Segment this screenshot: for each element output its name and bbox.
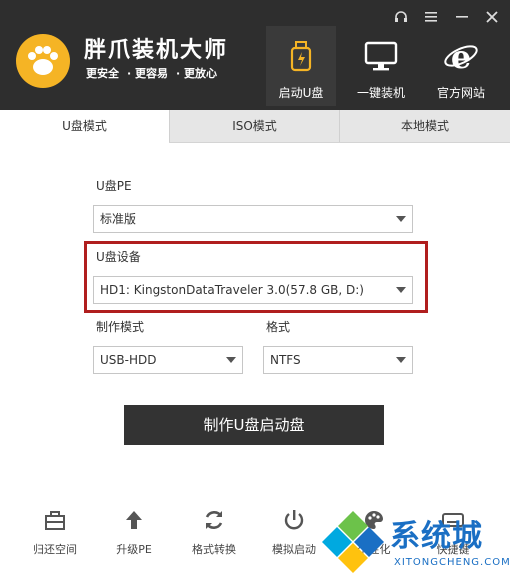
mode-select[interactable]: USB-HDD xyxy=(93,346,243,374)
tab-usb-mode[interactable]: U盘模式 xyxy=(0,110,169,143)
header-bar: 胖爪装机大师 更安全 · 更容易 · 更放心 启动U盘 一键装机 e 官方网站 xyxy=(0,0,510,110)
tagline: 更容易 xyxy=(135,67,169,80)
nav-label: 一键装机 xyxy=(356,86,405,100)
svg-text:e: e xyxy=(451,38,471,74)
chevron-down-icon xyxy=(226,357,236,363)
make-boot-usb-button[interactable]: 制作U盘启动盘 xyxy=(124,405,384,445)
tool-label: 升级PE xyxy=(116,543,152,556)
format-select[interactable]: NTFS xyxy=(263,346,413,374)
ie-browser-icon: e xyxy=(444,38,478,74)
device-select-value: HD1: KingstonDataTraveler 3.0(57.8 GB, D… xyxy=(100,283,364,297)
pe-label: U盘PE xyxy=(96,179,132,193)
nav-label: 启动U盘 xyxy=(278,86,324,100)
restore-space-icon xyxy=(45,511,65,530)
device-label: U盘设备 xyxy=(96,250,141,264)
watermark-text: 系统城 xyxy=(390,519,483,554)
power-icon xyxy=(284,510,304,530)
arrow-up-icon xyxy=(126,511,142,529)
format-label: 格式 xyxy=(266,320,291,334)
tagline: 更放心 xyxy=(184,67,218,80)
nav-official-site[interactable]: e 官方网站 xyxy=(426,26,496,106)
mode-label: 制作模式 xyxy=(96,320,145,334)
close-icon[interactable] xyxy=(481,6,503,28)
usb-drive-icon xyxy=(290,41,312,72)
nav-one-click-install[interactable]: 一键装机 xyxy=(346,26,416,106)
device-select[interactable]: HD1: KingstonDataTraveler 3.0(57.8 GB, D… xyxy=(93,276,413,304)
tab-iso-mode[interactable]: ISO模式 xyxy=(170,110,339,142)
mode-tabs: U盘模式 ISO模式 本地模式 xyxy=(0,110,510,143)
chevron-down-icon xyxy=(396,216,406,222)
menu-icon[interactable] xyxy=(420,6,442,28)
app-title: 胖爪装机大师 xyxy=(84,38,229,63)
chevron-down-icon xyxy=(396,357,406,363)
paw-logo-icon xyxy=(16,34,70,88)
nav-boot-usb[interactable]: 启动U盘 xyxy=(266,26,336,106)
tab-local-mode[interactable]: 本地模式 xyxy=(340,110,510,142)
tool-label: 模拟启动 xyxy=(272,543,316,556)
pe-select[interactable]: 标准版 xyxy=(93,205,413,233)
tool-simulate-boot[interactable]: 模拟启动 xyxy=(264,508,324,557)
watermark: 系统城 XITONGCHENG.COM xyxy=(318,505,510,579)
refresh-icon xyxy=(205,511,223,529)
nav-label: 官方网站 xyxy=(436,86,485,100)
taglines: 更安全 · 更容易 · 更放心 xyxy=(86,67,218,80)
chevron-down-icon xyxy=(396,287,406,293)
mode-select-value: USB-HDD xyxy=(100,353,157,367)
watermark-subtext: XITONGCHENG.COM xyxy=(394,557,510,568)
format-select-value: NTFS xyxy=(270,353,301,367)
windows-logo-icon xyxy=(322,511,384,573)
tool-upgrade-pe[interactable]: 升级PE xyxy=(104,508,164,557)
tool-label: 归还空间 xyxy=(33,543,77,556)
tool-format-convert[interactable]: 格式转换 xyxy=(184,508,244,557)
pe-select-value: 标准版 xyxy=(100,212,137,226)
tagline: 更安全 xyxy=(86,67,119,80)
tool-restore-space[interactable]: 归还空间 xyxy=(25,508,85,557)
monitor-icon xyxy=(364,41,398,71)
minimize-icon[interactable] xyxy=(451,6,473,28)
tool-label: 格式转换 xyxy=(192,543,236,556)
headset-icon[interactable] xyxy=(390,6,412,28)
